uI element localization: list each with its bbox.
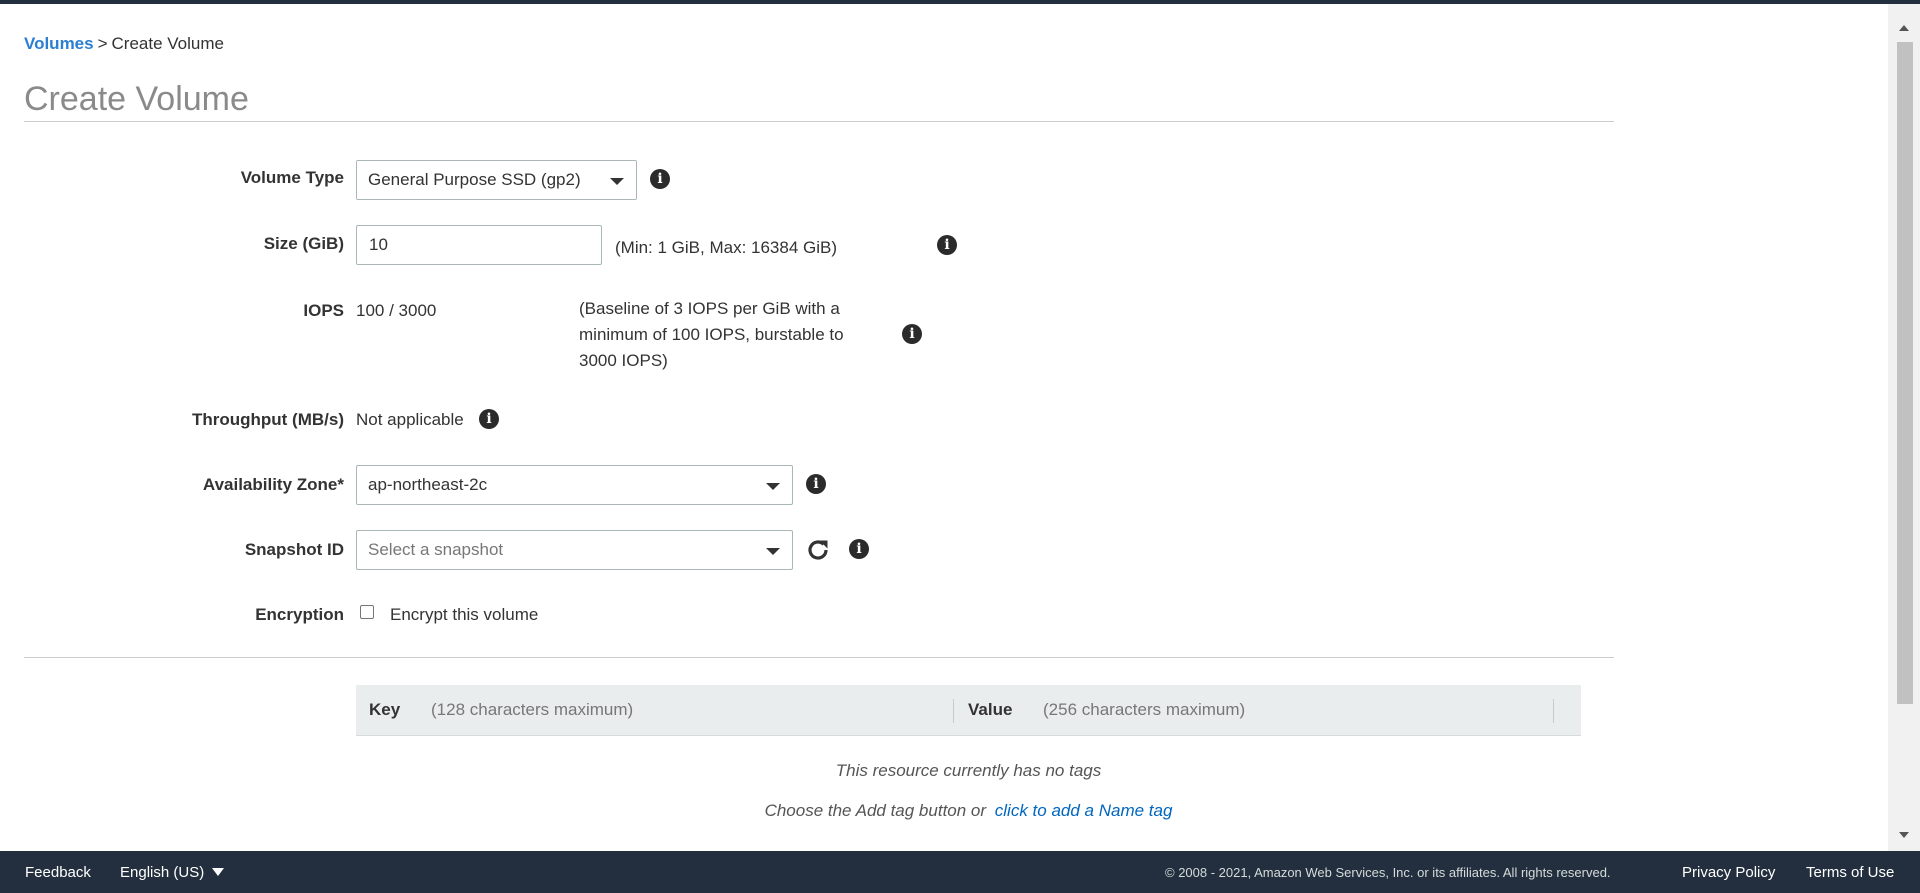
- snapshot-placeholder: Select a snapshot: [368, 540, 504, 559]
- iops-hint-line: (Baseline of 3 IOPS per GiB with a: [579, 299, 840, 318]
- breadcrumb-volumes-link[interactable]: Volumes: [24, 34, 94, 53]
- column-divider: [953, 699, 954, 723]
- snapshot-select[interactable]: Select a snapshot: [356, 530, 793, 570]
- encryption-label: Encryption: [255, 605, 344, 624]
- info-icon[interactable]: i: [479, 409, 499, 429]
- add-name-tag-link[interactable]: click to add a Name tag: [995, 801, 1173, 820]
- column-divider: [1553, 699, 1554, 723]
- size-label: Size (GiB): [263, 234, 344, 253]
- size-input[interactable]: [356, 225, 602, 265]
- size-hint: (Min: 1 GiB, Max: 16384 GiB): [615, 238, 838, 257]
- copyright-text: © 2008 - 2021, Amazon Web Services, Inc.…: [1165, 865, 1611, 880]
- feedback-link[interactable]: Feedback: [25, 864, 91, 881]
- volume-type-label: Volume Type: [240, 168, 344, 187]
- tags-value-hint: (256 characters maximum): [1043, 700, 1246, 719]
- info-icon[interactable]: i: [937, 235, 957, 255]
- breadcrumb: Volumes > Create Volume: [24, 34, 224, 54]
- chevron-down-icon: [766, 483, 780, 490]
- throughput-value: Not applicable: [356, 410, 464, 429]
- scroll-down-arrow[interactable]: [1888, 825, 1920, 845]
- volume-type-value: General Purpose SSD (gp2): [368, 170, 581, 189]
- iops-value: 100 / 3000: [356, 301, 437, 320]
- volume-type-select[interactable]: General Purpose SSD (gp2): [356, 160, 637, 200]
- snapshot-id-label: Snapshot ID: [244, 540, 344, 559]
- footer: Feedback English (US) © 2008 - 2021, Ama…: [0, 851, 1920, 893]
- iops-hint: (Baseline of 3 IOPS per GiB with a minim…: [579, 296, 844, 374]
- chevron-down-icon: [212, 868, 225, 876]
- add-tag-prompt-text: Choose the Add tag button or: [764, 801, 987, 820]
- refresh-icon[interactable]: [805, 537, 831, 563]
- encrypt-checkbox-label[interactable]: Encrypt this volume: [390, 605, 538, 625]
- encrypt-checkbox[interactable]: [360, 605, 374, 619]
- tags-key-hint: (128 characters maximum): [431, 700, 634, 719]
- scroll-up-arrow[interactable]: [1888, 18, 1920, 38]
- language-label: English (US): [120, 864, 205, 881]
- privacy-policy-link[interactable]: Privacy Policy: [1682, 864, 1775, 881]
- breadcrumb-separator: >: [97, 34, 108, 53]
- add-tag-prompt: Choose the Add tag button or click to ad…: [356, 801, 1581, 821]
- availability-zone-label: Availability Zone*: [202, 475, 344, 494]
- info-icon[interactable]: i: [902, 324, 922, 344]
- throughput-label: Throughput (MB/s): [191, 410, 344, 429]
- chevron-down-icon: [610, 178, 624, 185]
- iops-hint-line: minimum of 100 IOPS, burstable to: [579, 325, 844, 344]
- breadcrumb-current: Create Volume: [111, 34, 224, 53]
- scrollbar-thumb[interactable]: [1897, 42, 1913, 704]
- info-icon[interactable]: i: [849, 539, 869, 559]
- vertical-scrollbar[interactable]: [1888, 4, 1920, 851]
- page-title: Create Volume: [24, 80, 249, 118]
- tags-table-header: Key (128 characters maximum) Value (256 …: [356, 685, 1581, 736]
- iops-hint-line: 3000 IOPS): [579, 351, 668, 370]
- availability-zone-value: ap-northeast-2c: [368, 475, 488, 494]
- no-tags-message: This resource currently has no tags: [835, 761, 1102, 780]
- info-icon[interactable]: i: [650, 169, 670, 189]
- terms-of-use-link[interactable]: Terms of Use: [1806, 864, 1894, 881]
- language-selector[interactable]: English (US): [120, 864, 225, 881]
- main-content: Volumes > Create Volume Create Volume Volu…: [0, 4, 1888, 851]
- chevron-down-icon: [766, 548, 780, 555]
- tags-value-header: Value: [968, 700, 1013, 719]
- tags-key-header: Key: [369, 700, 401, 719]
- section-divider: [24, 657, 1614, 658]
- info-icon[interactable]: i: [806, 474, 826, 494]
- title-divider: [24, 121, 1614, 122]
- iops-label: IOPS: [303, 301, 344, 320]
- availability-zone-select[interactable]: ap-northeast-2c: [356, 465, 793, 505]
